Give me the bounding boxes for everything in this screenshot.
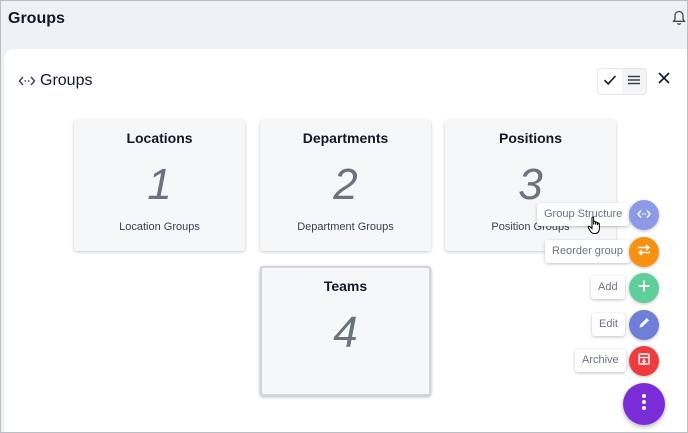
- edit-button[interactable]: [629, 310, 659, 340]
- card-subtitle: Department Groups: [297, 221, 394, 233]
- group-card-locations[interactable]: Locations 1 Location Groups: [74, 120, 245, 251]
- plus-icon: [637, 279, 651, 298]
- view-toggle[interactable]: [597, 68, 647, 95]
- page-title: Groups: [8, 10, 65, 27]
- hand-cursor-icon: [587, 216, 603, 236]
- reorder-group-label[interactable]: Reorder group: [545, 240, 630, 263]
- group-structure-label[interactable]: Group Structure: [537, 203, 630, 226]
- card-count: 1: [147, 160, 172, 209]
- pencil-icon: [637, 316, 651, 335]
- check-view-button[interactable]: [598, 69, 622, 94]
- add-label[interactable]: Add: [591, 276, 625, 299]
- check-icon: [603, 73, 617, 91]
- card-title: Departments: [302, 130, 389, 146]
- close-button[interactable]: [655, 71, 673, 89]
- code-arrows-icon: [637, 206, 651, 224]
- more-actions-button[interactable]: [623, 383, 665, 425]
- group-card-departments[interactable]: Departments 2 Department Groups: [260, 120, 431, 251]
- archive-button[interactable]: [629, 346, 659, 376]
- archive-label[interactable]: Archive: [575, 349, 626, 372]
- group-card-teams[interactable]: Teams 4: [260, 266, 431, 396]
- card-title: Teams: [323, 278, 368, 294]
- card-subtitle: Location Groups: [119, 221, 200, 233]
- more-vertical-icon: [641, 393, 647, 416]
- card-count: 4: [333, 308, 358, 357]
- code-arrows-icon: [18, 74, 36, 88]
- swap-arrows-icon: [637, 243, 651, 261]
- menu-lines-icon: [627, 73, 641, 91]
- card-count: 2: [333, 160, 358, 209]
- group-structure-button[interactable]: [629, 200, 659, 230]
- bell-icon[interactable]: [672, 10, 686, 26]
- card-title: Locations: [126, 130, 193, 146]
- archive-icon: [637, 352, 651, 371]
- edit-label[interactable]: Edit: [592, 313, 625, 336]
- list-view-button[interactable]: [622, 69, 646, 94]
- panel-title: Groups: [40, 72, 93, 89]
- close-icon: [657, 71, 671, 90]
- reorder-group-button[interactable]: [629, 237, 659, 267]
- card-title: Positions: [498, 130, 562, 146]
- add-button[interactable]: [629, 273, 659, 303]
- top-bar: Groups: [0, 0, 688, 42]
